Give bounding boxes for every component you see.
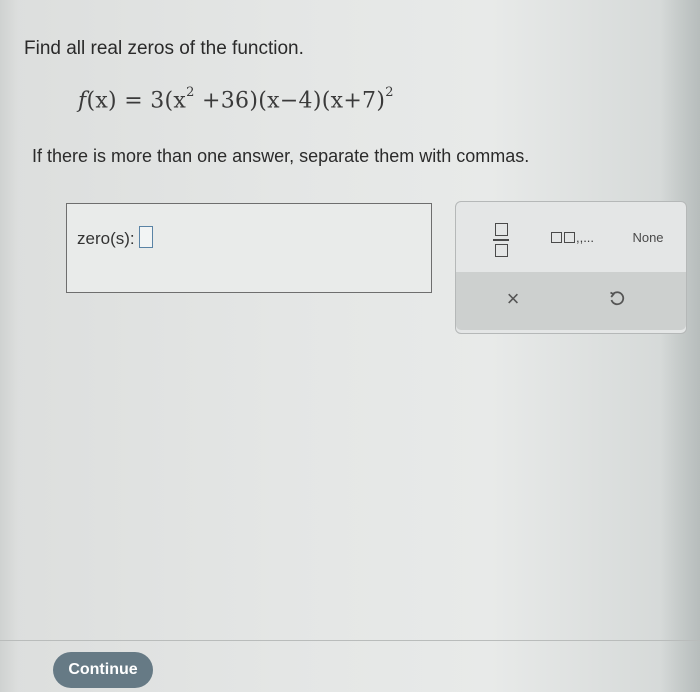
math-keypad: ,,... None × (455, 201, 687, 334)
denominator-box-icon (494, 243, 508, 257)
equation-part: +36)(x−4)(x+7) (194, 88, 386, 114)
none-button[interactable]: None (616, 224, 680, 250)
page-shadow (0, 0, 18, 692)
function-equation: f(x) = 3(x2 +36)(x−4)(x+7)2 (78, 85, 394, 114)
instruction-text: If there is more than one answer, separa… (32, 146, 530, 166)
list-button[interactable]: ,,... (542, 224, 602, 250)
fraction-button[interactable] (484, 220, 518, 260)
equation-exponent: 2 (385, 85, 394, 100)
fraction-bar-icon (493, 239, 509, 241)
divider (0, 640, 700, 641)
question-text: Find all real zeros of the function. (24, 38, 304, 59)
undo-button[interactable] (600, 282, 634, 316)
zeros-field[interactable]: zero(s): (77, 226, 153, 249)
numerator-box-icon (494, 223, 508, 237)
placeholder-box-icon (550, 231, 562, 243)
keypad-action-row: × (456, 272, 686, 330)
keypad-row: ,,... None (456, 202, 686, 272)
answer-box[interactable]: zero(s): (66, 203, 432, 293)
undo-icon (610, 291, 625, 306)
continue-button[interactable]: Continue (53, 652, 153, 688)
equation-exponent: 2 (186, 85, 195, 100)
placeholder-box-icon (563, 231, 575, 243)
page-shadow (660, 0, 700, 692)
list-label: ,,... (575, 229, 595, 245)
zeros-input[interactable] (138, 226, 153, 248)
zeros-label: zero(s): (77, 229, 135, 248)
equation-part: (x (164, 88, 187, 114)
clear-button[interactable]: × (496, 282, 530, 316)
equation-part: (x) = 3 (86, 88, 165, 114)
